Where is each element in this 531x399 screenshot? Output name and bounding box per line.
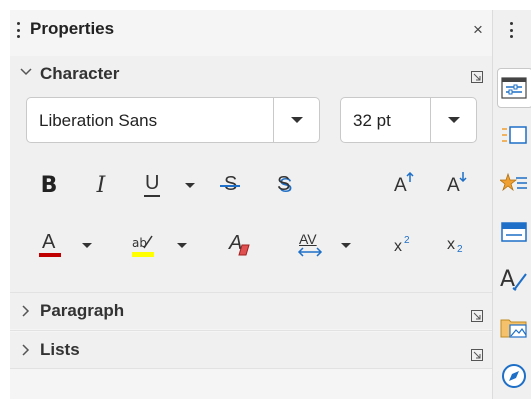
shadow-icon: S S xyxy=(277,173,293,197)
chevron-down-icon xyxy=(20,68,32,76)
shrink-font-icon: A xyxy=(446,172,468,198)
section-label-lists: Lists xyxy=(40,340,80,359)
strikethrough-button[interactable]: S xyxy=(217,169,243,201)
character-style-icon[interactable]: A xyxy=(500,264,528,292)
underline-icon: U xyxy=(142,172,162,198)
highlighter-icon: ab xyxy=(132,235,154,257)
dropdown-arrow-icon xyxy=(291,117,303,123)
subscript-button[interactable]: x 2 xyxy=(444,229,470,261)
section-divider xyxy=(10,330,492,331)
character-header[interactable]: Character xyxy=(10,56,450,92)
section-lists: Lists xyxy=(10,332,492,368)
bold-button[interactable]: B xyxy=(36,169,62,201)
panel-title: Properties xyxy=(30,19,115,38)
paragraph-header[interactable]: Paragraph xyxy=(10,293,450,329)
font-name-combo[interactable]: Liberation Sans xyxy=(26,97,320,143)
section-label-paragraph: Paragraph xyxy=(40,301,125,320)
italic-icon: I xyxy=(96,172,106,198)
lists-header[interactable]: Lists xyxy=(10,332,450,368)
sidebar-tab-bar: A xyxy=(492,10,531,399)
navigator-slide-icon[interactable] xyxy=(500,218,528,246)
section-divider xyxy=(10,368,492,369)
navigator-icon[interactable] xyxy=(500,362,528,390)
highlight-color-dropdown-button[interactable] xyxy=(176,229,188,261)
character-spacing-dropdown-button[interactable] xyxy=(340,229,352,261)
more-options-icon[interactable] xyxy=(471,349,483,361)
chevron-right-icon xyxy=(22,344,30,356)
shadow-button[interactable]: S S xyxy=(270,169,296,201)
section-paragraph: Paragraph xyxy=(10,293,492,329)
clear-formatting-button[interactable]: A xyxy=(225,229,253,261)
chevron-right-icon xyxy=(22,305,30,317)
bold-icon: B xyxy=(40,172,58,198)
highlight-color-button[interactable]: ab xyxy=(129,229,157,261)
font-name-dropdown-button[interactable] xyxy=(273,98,319,142)
italic-button[interactable]: I xyxy=(89,169,113,201)
strikethrough-icon: S xyxy=(220,172,240,198)
drag-grip-icon[interactable] xyxy=(16,22,20,38)
font-size-value[interactable]: 32 pt xyxy=(353,111,391,131)
superscript-icon: x 2 xyxy=(394,235,410,255)
font-name-value[interactable]: Liberation Sans xyxy=(39,111,157,131)
properties-panel: Properties × Character Liberation Sans 3… xyxy=(10,10,492,399)
grow-font-icon: A xyxy=(393,172,415,198)
panel-title-bar: Properties × xyxy=(10,10,492,48)
close-panel-button[interactable]: × xyxy=(469,21,487,39)
image-gallery-icon[interactable] xyxy=(500,313,528,341)
underline-dropdown-button[interactable] xyxy=(184,169,196,201)
svg-text:A: A xyxy=(500,267,515,292)
more-options-icon[interactable] xyxy=(471,310,483,322)
styles-icon[interactable] xyxy=(500,121,528,149)
properties-icon[interactable] xyxy=(500,74,528,102)
dropdown-arrow-icon xyxy=(448,117,460,123)
character-spacing-icon: AV xyxy=(296,231,324,259)
underline-button[interactable]: U xyxy=(138,169,166,201)
more-options-icon[interactable] xyxy=(471,71,483,83)
gallery-icon[interactable] xyxy=(500,170,528,198)
font-size-combo[interactable]: 32 pt xyxy=(340,97,477,143)
font-color-icon: A xyxy=(38,231,62,259)
decrease-font-size-button[interactable]: A xyxy=(444,169,470,201)
drag-grip-icon[interactable] xyxy=(509,22,513,38)
character-spacing-button[interactable]: AV xyxy=(295,229,325,261)
section-label-character: Character xyxy=(40,64,120,83)
subscript-icon: x 2 xyxy=(447,236,463,255)
increase-font-size-button[interactable]: A xyxy=(391,169,417,201)
font-color-button[interactable]: A xyxy=(36,229,64,261)
font-color-swatch xyxy=(39,253,61,257)
superscript-button[interactable]: x 2 xyxy=(391,229,417,261)
font-size-dropdown-button[interactable] xyxy=(430,98,476,142)
eraser-icon: A xyxy=(227,231,251,259)
font-color-dropdown-button[interactable] xyxy=(81,229,93,261)
